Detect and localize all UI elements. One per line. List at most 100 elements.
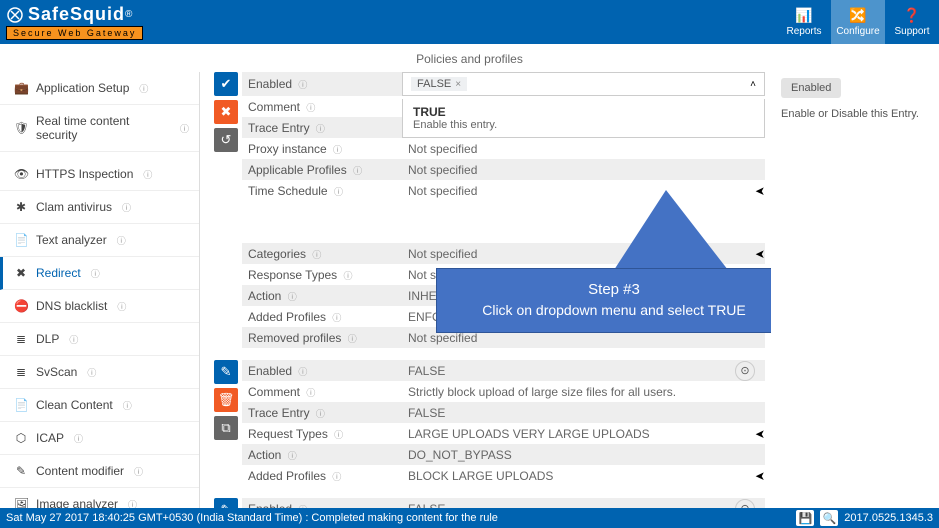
shuffle-icon: ✖ — [14, 266, 28, 280]
sidebar-label: Real time content security — [36, 114, 170, 142]
field-value: DO_NOT_BYPASS — [402, 445, 765, 465]
field-label: Action ⓘ — [242, 286, 402, 306]
field-row: Action ⓘDO_NOT_BYPASS — [242, 444, 765, 465]
doc-icon: 📄 — [14, 398, 28, 412]
sidebar-item-dns-blacklist[interactable]: ⛔DNS blacklistⓘ — [0, 290, 199, 323]
bars-icon: ≣ — [14, 365, 28, 379]
field-value: Not specified — [402, 160, 765, 180]
callout-pointer — [614, 190, 728, 270]
support-icon: ❓ — [903, 7, 920, 24]
field-row: Enabled ⓘFALSE×˄TRUEEnable this entry. — [242, 72, 765, 96]
info-icon: ⓘ — [180, 122, 189, 135]
field-row: Trace Entry ⓘFALSE — [242, 402, 765, 423]
doc-icon: 📄 — [14, 233, 28, 247]
sidebar-label: Text analyzer — [36, 233, 107, 247]
search-icon-button[interactable]: 🔍 — [820, 510, 838, 526]
field-value: FALSE — [402, 361, 735, 381]
paper-plane-icon[interactable]: ➤ — [745, 469, 765, 483]
dropdown-selected-value: FALSE — [417, 78, 451, 90]
reports-button[interactable]: 📊 Reports — [777, 0, 831, 44]
info-icon: ⓘ — [298, 367, 307, 377]
field-row: Enabled ⓘFALSE⊙ — [242, 360, 765, 381]
delete-button[interactable]: ✖ — [214, 100, 238, 124]
info-icon: ⓘ — [333, 145, 342, 155]
sidebar-item-redirect[interactable]: ✖Redirectⓘ — [0, 257, 199, 290]
info-icon: ⓘ — [306, 388, 315, 398]
field-label: Enabled ⓘ — [242, 74, 402, 94]
info-icon: ⓘ — [143, 168, 152, 181]
bars-icon: ≣ — [14, 332, 28, 346]
enabled-dropdown[interactable]: FALSE×˄TRUEEnable this entry. — [402, 72, 765, 96]
history-button[interactable]: ↺ — [214, 128, 238, 152]
save-icon-button[interactable]: 💾 — [796, 510, 814, 526]
field-label: Enabled ⓘ — [242, 361, 402, 381]
expand-button[interactable]: ⊙ — [735, 361, 755, 381]
shield-icon: 🛡 — [14, 121, 28, 135]
field-label: Applicable Profiles ⓘ — [242, 160, 402, 180]
paper-plane-icon[interactable]: ➤ — [745, 184, 765, 198]
help-panel: Enabled Enable or Disable this Entry. — [771, 72, 939, 512]
info-icon: ⓘ — [117, 234, 126, 247]
status-text: Sat May 27 2017 18:40:25 GMT+0530 (India… — [6, 512, 498, 524]
field-label: Comment ⓘ — [242, 382, 402, 402]
edit-button[interactable]: ✎ — [214, 360, 238, 384]
reports-icon: 📊 — [795, 7, 812, 24]
field-label: Action ⓘ — [242, 445, 402, 465]
caret-up-icon[interactable]: ˄ — [750, 79, 756, 90]
field-label: Response Types ⓘ — [242, 265, 402, 285]
hex-icon: ⬡ — [14, 431, 28, 445]
status-bar: Sat May 27 2017 18:40:25 GMT+0530 (India… — [0, 508, 939, 528]
support-label: Support — [894, 26, 929, 37]
sidebar-item-clam-antivirus[interactable]: ✱Clam antivirusⓘ — [0, 191, 199, 224]
sidebar-item-content-modifier[interactable]: ✎Content modifierⓘ — [0, 455, 199, 488]
support-button[interactable]: ❓ Support — [885, 0, 939, 44]
dropdown-option-true[interactable]: TRUE — [413, 105, 754, 119]
info-icon: ⓘ — [332, 472, 341, 482]
help-title: Enabled — [781, 78, 841, 98]
clone-button[interactable]: ⧉ — [214, 416, 238, 440]
delete-button[interactable]: 🗑 — [214, 388, 238, 412]
sidebar-item-https-inspection[interactable]: 👁HTTPS Inspectionⓘ — [0, 158, 199, 191]
info-icon: ⓘ — [316, 124, 325, 134]
info-icon: ⓘ — [74, 432, 83, 445]
dropdown-selected-tag[interactable]: FALSE × — [411, 77, 467, 91]
help-text: Enable or Disable this Entry. — [781, 108, 929, 120]
sidebar-item-icap[interactable]: ⬡ICAPⓘ — [0, 422, 199, 455]
paper-plane-icon[interactable]: ➤ — [745, 247, 765, 261]
field-row: Applicable Profiles ⓘNot specified — [242, 159, 765, 180]
sidebar-item-real-time-content-security[interactable]: 🛡 Real time content security ⓘ — [0, 105, 199, 152]
field-label: Categories ⓘ — [242, 244, 402, 264]
info-icon: ⓘ — [91, 267, 100, 280]
info-icon: ⓘ — [344, 271, 353, 281]
info-icon: ⓘ — [117, 300, 126, 313]
info-icon: ⓘ — [353, 166, 362, 176]
field-label: Trace Entry ⓘ — [242, 118, 402, 138]
dns-icon: ⛔ — [14, 299, 28, 313]
briefcase-icon: 💼 — [14, 81, 28, 95]
field-label: Comment ⓘ — [242, 97, 402, 117]
reports-label: Reports — [786, 26, 821, 37]
paper-plane-icon[interactable]: ➤ — [745, 427, 765, 441]
step-callout: Step #3 Click on dropdown menu and selec… — [436, 268, 771, 333]
field-value: Not specified — [402, 139, 765, 159]
field-row: Added Profiles ⓘBLOCK LARGE UPLOADS➤ — [242, 465, 765, 486]
version-text: 2017.0525.1345.3 — [844, 512, 933, 524]
info-icon: ⓘ — [332, 313, 341, 323]
sidebar-item-clean-content[interactable]: 📄Clean Contentⓘ — [0, 389, 199, 422]
sidebar-item-dlp[interactable]: ≣DLPⓘ — [0, 323, 199, 356]
sidebar-item-text-analyzer[interactable]: 📄 Text analyzer ⓘ — [0, 224, 199, 257]
configure-button[interactable]: 🔀 Configure — [831, 0, 885, 44]
info-icon: ⓘ — [334, 187, 343, 197]
dropdown-option-desc: Enable this entry. — [413, 119, 754, 131]
info-icon: ⓘ — [288, 292, 297, 302]
sidebar-item-svscan[interactable]: ≣SvScanⓘ — [0, 356, 199, 389]
field-value: FALSE — [402, 403, 765, 423]
pencil-icon: ✎ — [14, 464, 28, 478]
info-icon: ⓘ — [139, 82, 148, 95]
sidebar-item-application-setup[interactable]: 💼Application Setupⓘ — [0, 72, 199, 105]
edit-button[interactable]: ✔ — [214, 72, 238, 96]
info-icon: ⓘ — [69, 333, 78, 346]
tag-remove-icon[interactable]: × — [455, 79, 461, 90]
brand-subtitle: Secure Web Gateway — [6, 26, 143, 40]
dropdown-panel: TRUEEnable this entry. — [402, 99, 765, 138]
